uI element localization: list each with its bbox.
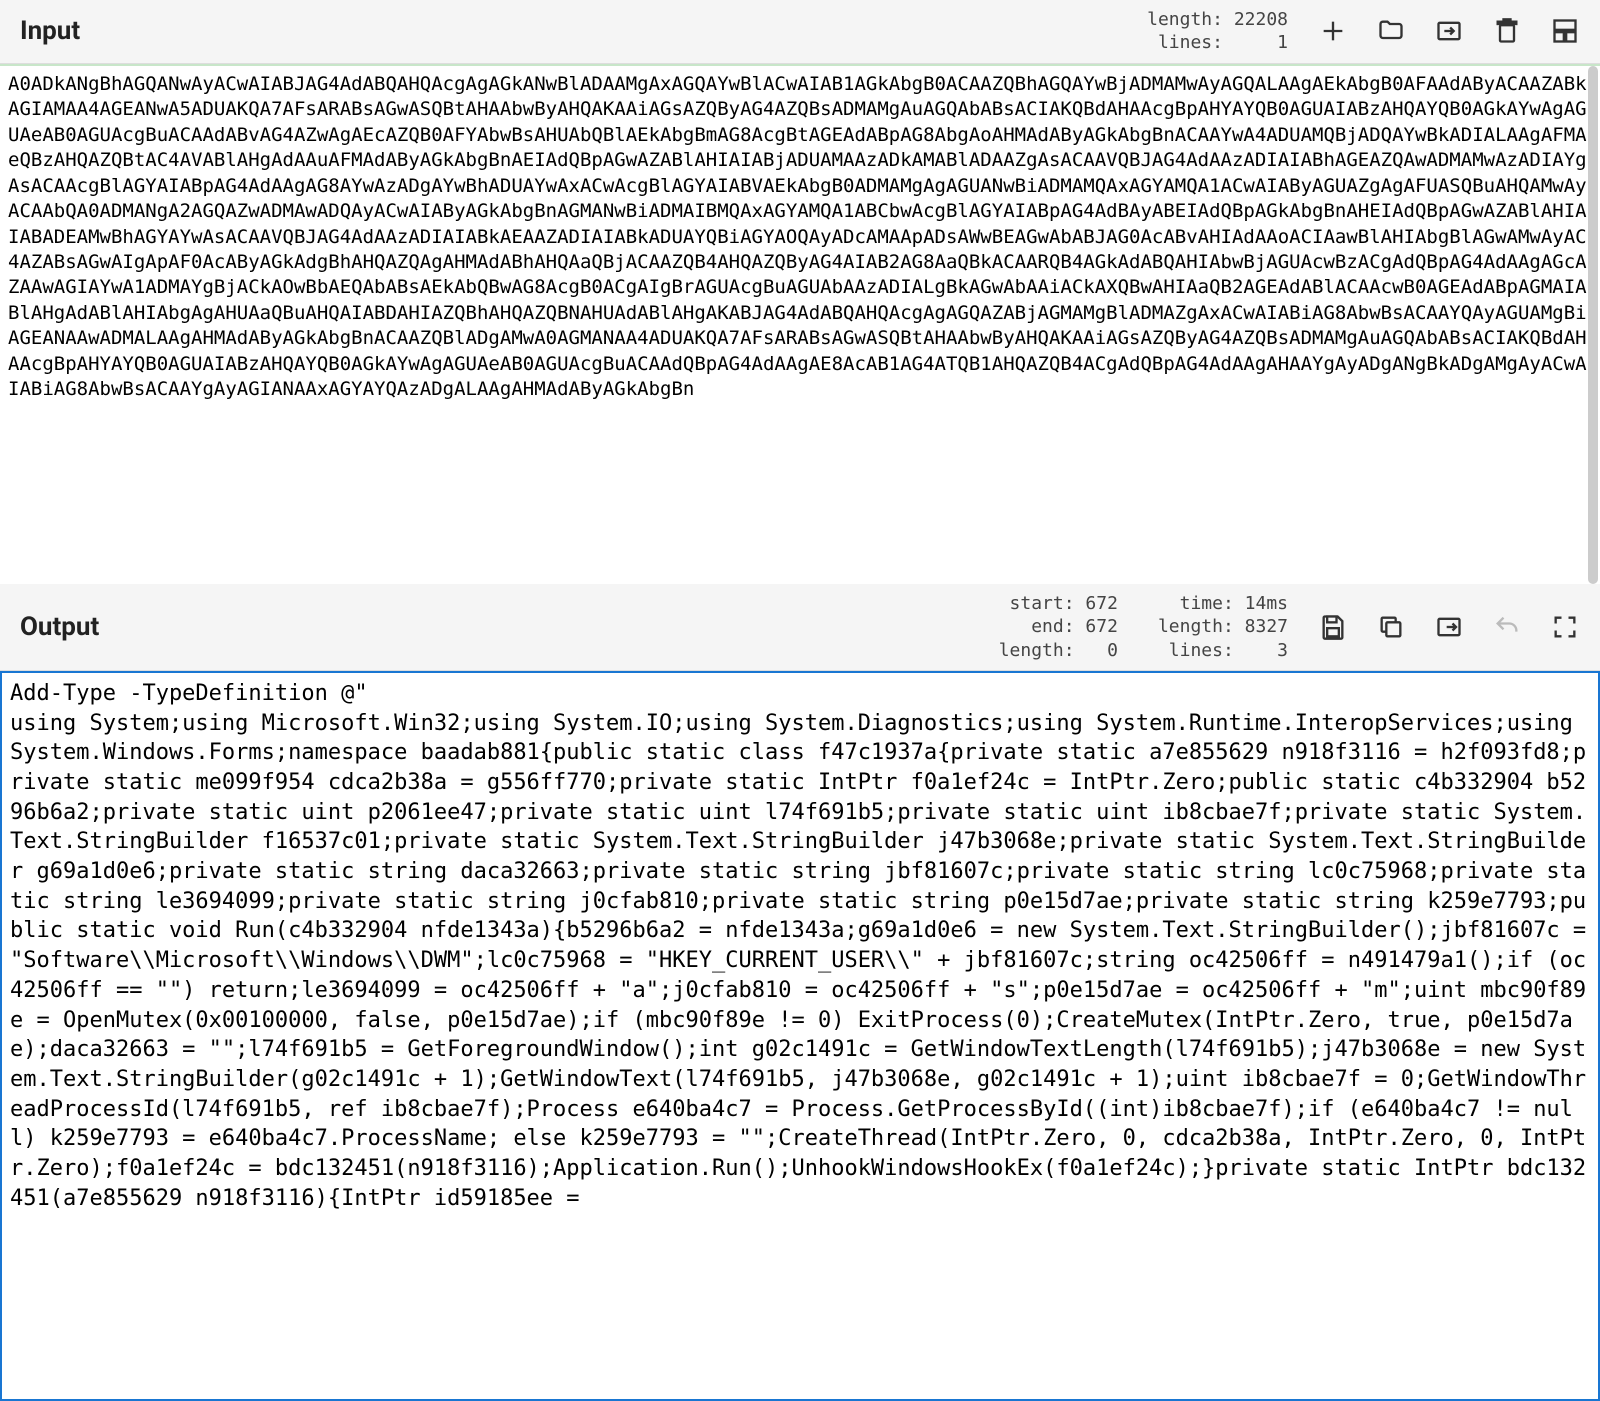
output-header-right: start: 672 end: 672 length: 0 time: 14ms… (999, 592, 1580, 662)
input-header-right: length: 22208 lines: 1 (1147, 8, 1580, 55)
folder-open-icon[interactable] (1376, 16, 1406, 46)
input-textarea[interactable]: A0ADkANgBhAGQANwAyACwAIABJAG4AdABQAHQAcg… (0, 64, 1600, 584)
output-content: Add-Type -TypeDefinition @" using System… (10, 679, 1590, 1213)
copy-icon[interactable] (1376, 612, 1406, 642)
delete-icon[interactable] (1492, 16, 1522, 46)
input-length-label: length: (1147, 9, 1223, 30)
output-end-value: 672 (1085, 616, 1118, 637)
output-start-label: start: (1010, 593, 1075, 614)
output-end-label: end: (1031, 616, 1074, 637)
output-icon-bar (1318, 612, 1580, 642)
output-title: Output (20, 612, 99, 642)
output-time-label: time: (1180, 593, 1234, 614)
output-sel-length-label: length: (999, 640, 1075, 661)
output-textarea[interactable]: Add-Type -TypeDefinition @" using System… (0, 671, 1600, 1401)
input-lines-value: 1 (1277, 32, 1288, 53)
panel-layout-icon[interactable] (1550, 16, 1580, 46)
output-length-value: 8327 (1245, 616, 1288, 637)
output-stats: start: 672 end: 672 length: 0 time: 14ms… (999, 592, 1288, 662)
output-start-value: 672 (1085, 593, 1118, 614)
input-stats: length: 22208 lines: 1 (1147, 8, 1288, 55)
output-time-value: 14ms (1245, 593, 1288, 614)
output-lines-value: 3 (1277, 640, 1288, 661)
input-scrollbar[interactable] (1588, 66, 1598, 584)
output-lines-label: lines: (1169, 640, 1234, 661)
fullscreen-icon[interactable] (1550, 612, 1580, 642)
input-length-value: 22208 (1234, 9, 1288, 30)
input-icon-bar (1318, 16, 1580, 46)
output-header: Output start: 672 end: 672 length: 0 tim… (0, 584, 1600, 671)
output-length-label: length: (1158, 616, 1234, 637)
input-header: Input length: 22208 lines: 1 (0, 0, 1600, 64)
input-lines-label: lines: (1158, 32, 1223, 53)
import-icon[interactable] (1434, 16, 1464, 46)
input-content: A0ADkANgBhAGQANwAyACwAIABJAG4AdABQAHQAcg… (8, 72, 1592, 403)
output-sel-length-value: 0 (1107, 640, 1118, 661)
save-icon[interactable] (1318, 612, 1348, 642)
undo-icon (1492, 612, 1522, 642)
export-icon[interactable] (1434, 612, 1464, 642)
add-icon[interactable] (1318, 16, 1348, 46)
input-title: Input (20, 16, 80, 46)
